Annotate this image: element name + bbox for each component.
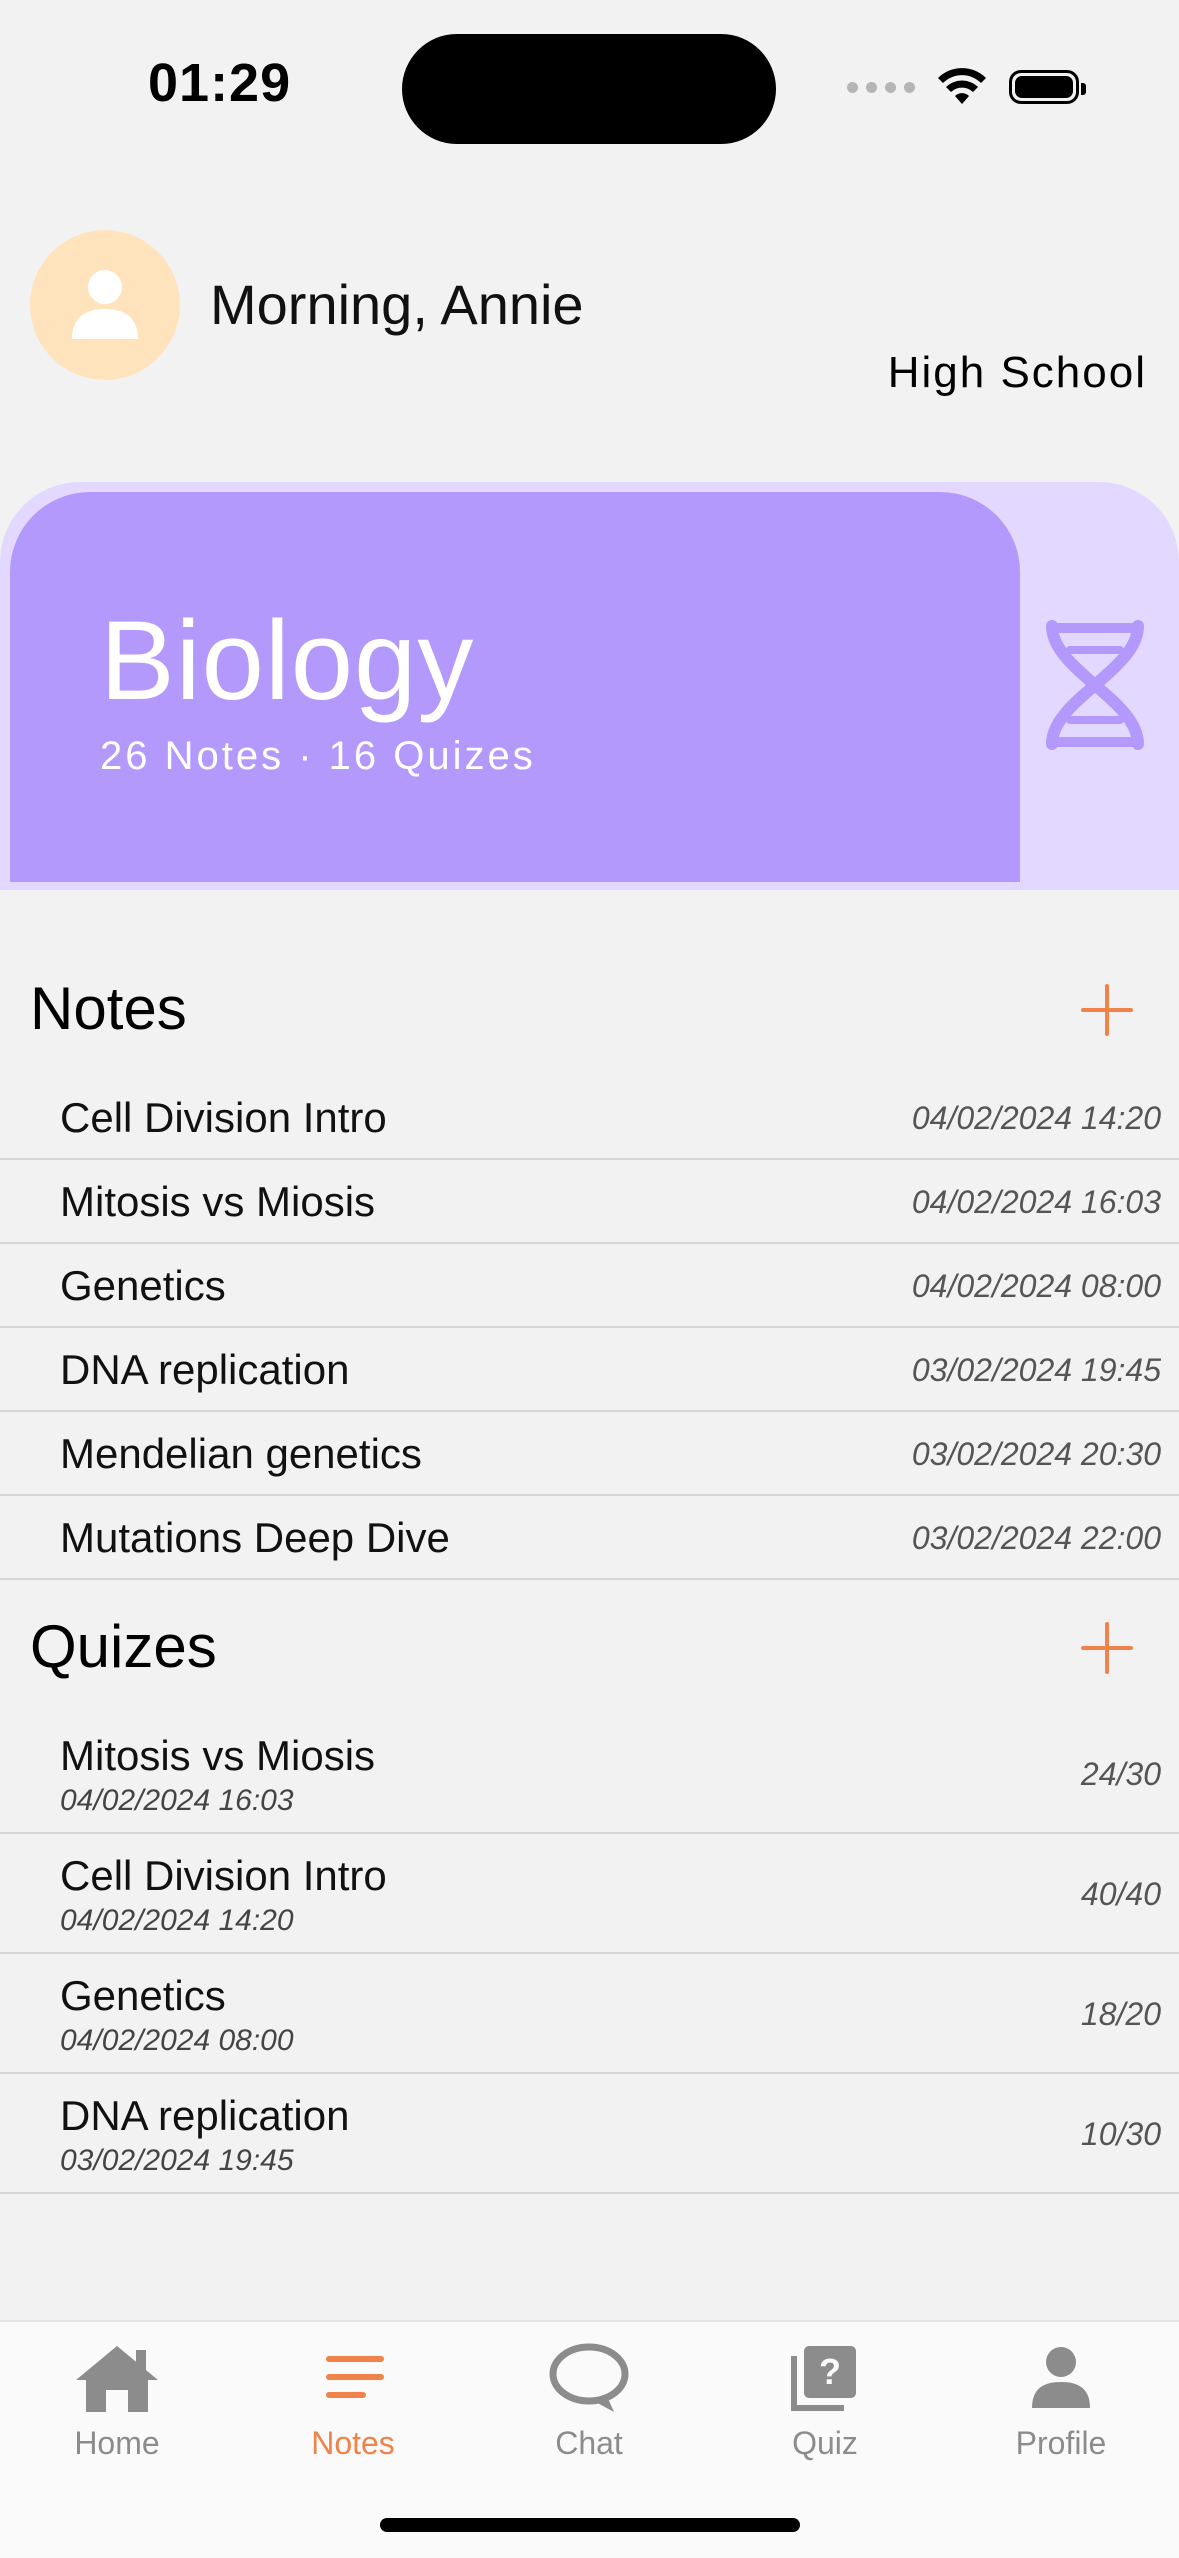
- notes-section-title: Notes: [30, 975, 187, 1042]
- avatar[interactable]: [30, 230, 180, 380]
- subject-title: Biology: [100, 598, 475, 723]
- tab-chat-label: Chat: [555, 2425, 623, 2461]
- home-indicator[interactable]: [380, 2518, 800, 2532]
- quiz-date: 04/02/2024 08:00: [60, 2024, 294, 2057]
- tab-home-label: Home: [74, 2425, 160, 2461]
- quiz-score: 40/40: [1080, 1876, 1161, 1912]
- note-title: Mitosis vs Miosis: [60, 1178, 376, 1225]
- note-date: 04/02/2024 14:20: [911, 1100, 1161, 1136]
- quiz-score: 18/20: [1080, 1996, 1161, 2032]
- dynamic-island: [402, 34, 776, 144]
- user-icon: [72, 270, 138, 339]
- add-note-button[interactable]: [1079, 982, 1135, 1038]
- note-row[interactable]: Mutations Deep Dive 03/02/2024 22:00: [0, 1496, 1179, 1580]
- quiz-row[interactable]: DNA replication 03/02/2024 19:45 10/30: [0, 2074, 1179, 2194]
- note-title: Cell Division Intro: [60, 1094, 387, 1141]
- quiz-title: Cell Division Intro: [60, 1852, 387, 1899]
- note-row[interactable]: DNA replication 03/02/2024 19:45: [0, 1328, 1179, 1412]
- quiz-row[interactable]: Genetics 04/02/2024 08:00 18/20: [0, 1954, 1179, 2074]
- quiz-icon: ?: [791, 2346, 856, 2411]
- note-title: DNA replication: [60, 1346, 350, 1393]
- home-icon: [76, 2346, 158, 2412]
- quiz-score: 24/30: [1080, 1756, 1161, 1792]
- quiz-date: 04/02/2024 14:20: [60, 1904, 294, 1937]
- tab-quiz[interactable]: ? Quiz: [725, 2342, 925, 2462]
- quiz-title: Genetics: [60, 1972, 226, 2019]
- quiz-row[interactable]: Cell Division Intro 04/02/2024 14:20 40/…: [0, 1834, 1179, 1954]
- tab-profile[interactable]: Profile: [961, 2342, 1161, 2462]
- svg-text:?: ?: [819, 2351, 841, 2392]
- quiz-title: DNA replication: [60, 2092, 350, 2139]
- dna-icon[interactable]: [1040, 620, 1150, 750]
- tab-home[interactable]: Home: [17, 2342, 217, 2462]
- note-row[interactable]: Mitosis vs Miosis 04/02/2024 16:03: [0, 1160, 1179, 1244]
- note-title: Mutations Deep Dive: [60, 1514, 450, 1561]
- tab-chat[interactable]: Chat: [489, 2342, 689, 2462]
- note-date: 04/02/2024 08:00: [911, 1268, 1161, 1304]
- note-date: 04/02/2024 16:03: [911, 1184, 1161, 1220]
- tab-quiz-label: Quiz: [792, 2425, 858, 2461]
- note-date: 03/02/2024 19:45: [911, 1352, 1161, 1388]
- greeting-text: Morning, Annie: [210, 273, 584, 336]
- status-icons: [847, 62, 1086, 112]
- quiz-row[interactable]: Mitosis vs Miosis 04/02/2024 16:03 24/30: [0, 1714, 1179, 1834]
- note-date: 03/02/2024 20:30: [911, 1436, 1161, 1472]
- tab-notes[interactable]: Notes: [253, 2342, 453, 2462]
- note-title: Genetics: [60, 1262, 226, 1309]
- school-level[interactable]: High School: [888, 348, 1147, 398]
- note-row[interactable]: Mendelian genetics 03/02/2024 20:30: [0, 1412, 1179, 1496]
- note-row[interactable]: Genetics 04/02/2024 08:00: [0, 1244, 1179, 1328]
- quiz-date: 04/02/2024 16:03: [60, 1784, 294, 1817]
- quiz-date: 03/02/2024 19:45: [60, 2144, 294, 2177]
- wifi-icon: [938, 68, 986, 104]
- subject-stats: 26 Notes · 16 Quizes: [100, 734, 536, 778]
- tab-notes-label: Notes: [311, 2425, 395, 2461]
- quiz-title: Mitosis vs Miosis: [60, 1732, 376, 1779]
- chat-icon: [549, 2343, 629, 2412]
- status-time: 01:29: [148, 53, 292, 113]
- add-quiz-button[interactable]: [1079, 1620, 1135, 1676]
- tab-profile-label: Profile: [1015, 2425, 1107, 2461]
- battery-icon: [1009, 70, 1086, 104]
- cellular-signal-icon: [847, 81, 915, 93]
- notes-icon: [326, 2356, 384, 2398]
- note-row[interactable]: Cell Division Intro 04/02/2024 14:20: [0, 1076, 1179, 1160]
- quizzes-section-title: Quizes: [30, 1613, 217, 1680]
- note-date: 03/02/2024 22:00: [911, 1520, 1161, 1556]
- quiz-score: 10/30: [1080, 2116, 1161, 2152]
- note-title: Mendelian genetics: [60, 1430, 422, 1477]
- profile-icon: [1032, 2347, 1090, 2408]
